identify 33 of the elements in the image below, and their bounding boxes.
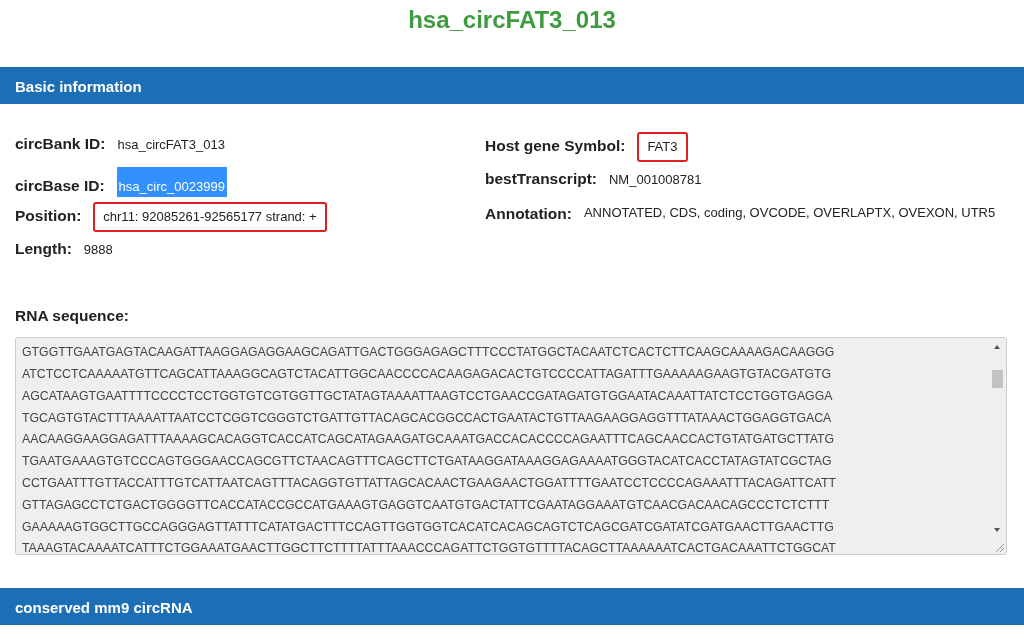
sequence-line: TAAAGTACAAAATCATTTCTGGAAATGAACTTGGCTTCTTTTATTTAAACCCAGATTCTGGTGTTTTACAGCTTAAAAAATCACTGACAAATTCTGGCAT [22,540,837,555]
sequence-line: AGCATAAGTGAATTTTCCCCTCCTGGTGTCGTGGTTGCTATAGTAAAATTAAGTCCTGAACCGATAGATGTGGAATACAAATTATCTCCTGGTGAGGA [22,387,834,405]
field-value: FAT3 [637,132,688,162]
field-value: chr11: 92085261-92565177 strand: + [93,202,327,232]
sequence-line: AACAAGGAAGGAGATTTAAAAGCACAGGTCACCATCAGCATAGAAGATGCAAATGACCACACCCCAGAATTTCAGCAACCACTGTATGATGCTTATG [22,431,836,449]
field-label: circBase ID: [15,176,105,196]
field-label: Length: [15,239,72,259]
page-title: hsa_circFAT3_013 [407,5,617,35]
field-value: 9888 [83,241,113,259]
resize-grip-icon[interactable] [995,543,1005,553]
section-header: conserved mm9 circRNA [0,588,1024,626]
sequence-line: ATCTCCTCAAAAATGTTCAGCATTAAAGGCAGTCTACATTGGCAACCCCACAAGAGACACTGTCCCCATTAGATTTGAAAAAGAAGTGTACGATGTG [22,366,833,384]
section-header: Basic information [0,67,1024,104]
scroll-down-icon[interactable] [994,528,1000,533]
sequence-label: RNA sequence: [14,306,130,326]
field-label: bestTranscript: [485,169,597,189]
field-label: Host gene Symbol: [485,136,626,156]
sequence-line: GTGGTTGAATGAGTACAAGATTAAGGAGAGGAAGCAGATTGACTGGGAGAGCTTTCCCTATGGCTACAATCTCACTCTTCAAGCAAAAGACAAGGG [22,344,836,362]
field-value: NM_001008781 [609,171,702,189]
field-label: circBank ID: [15,134,106,154]
sequence-line: TGCAGTGTACTTTAAAATTAATCCTCGGTCGGGTCTGATTGTTACAGCACGGCCACTGAATACTGTTAAGAAGGAGGTTTATAAACTGGAGGTGACA [22,409,833,427]
sequence-line: GAAAAAGTGGCTTGCCAGGGAGTTATTTCATATGACTTTCCAGTTGGTGGTCACATCACAGCAGTCTCAGCGATCGATATCGATGAACTTGAACTTG [22,518,835,536]
field-label: Position: [15,206,82,226]
field-value: hsa_circFAT3_013 [117,136,225,154]
sequence-textarea[interactable] [15,337,1007,556]
field-value: hsa_circ_0023999 [116,167,227,197]
field-value: ANNOTATED, CDS, coding, OVCODE, OVERLAPTX, OVEXON, UTR5 [583,204,996,222]
sequence-line: CCTGAATTTGTTACCATTTGTCATTAATCAGTTTACAGGTGTTATTAGCACAACTGAAGAACTGGATTTTGAATCCTCCCCAGAAATTTACAGATTCATT [22,475,838,493]
scroll-thumb[interactable] [992,370,1003,389]
field-label: Annotation: [485,204,572,224]
sequence-line: GTTAGAGCCTCTGACTGGGGTTCACCATACCGCCATGAAAGTGAGGTCAATGTGACTATTCGAATAGGAAATGTCAACGACAACAGCCCTCTCTTT [22,496,831,514]
sequence-line: TGAATGAAAGTGTCCCAGTGGGAACCAGCGTTCTAACAGTTTCAGCTTCTGATAAGGATAAAGGAGAAAATGGGTACATCACCTATAGTATCGCTAG [22,453,833,471]
scroll-up-icon[interactable] [994,345,1000,350]
